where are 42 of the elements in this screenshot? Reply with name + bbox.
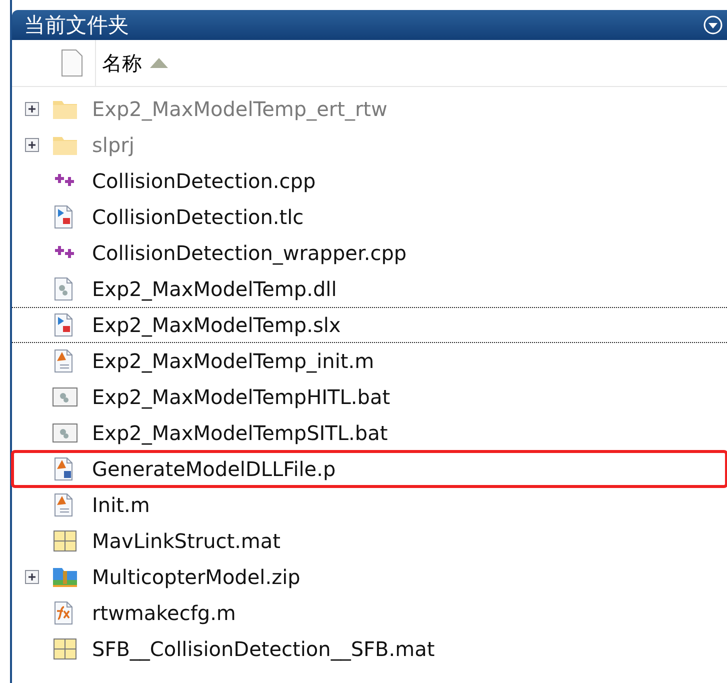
file-name: rtwmakecfg.m — [92, 601, 236, 625]
file-name: Exp2_MaxModelTemp.dll — [92, 277, 337, 301]
grid-file-icon — [52, 637, 78, 661]
file-row[interactable]: CollisionDetection.cpp — [12, 163, 727, 199]
file-row[interactable]: Exp2_MaxModelTemp.dll — [12, 271, 727, 307]
file-row[interactable]: Exp2_MaxModelTempHITL.bat — [12, 379, 727, 415]
file-name: GenerateModelDLLFile.p — [92, 457, 336, 481]
file-name: Exp2_MaxModelTempSITL.bat — [92, 421, 388, 445]
file-name: Exp2_MaxModelTempHITL.bat — [92, 385, 390, 409]
file-row[interactable]: slprj — [12, 127, 727, 163]
expand-icon[interactable] — [25, 138, 39, 152]
file-name: slprj — [92, 133, 134, 157]
file-row[interactable]: Exp2_MaxModelTempSITL.bat — [12, 415, 727, 451]
file-name: CollisionDetection.cpp — [92, 169, 316, 193]
file-row[interactable]: Exp2_MaxModelTemp.slx — [12, 307, 727, 343]
file-type-icon[interactable] — [61, 49, 83, 77]
file-row[interactable]: rtwmakecfg.m — [12, 595, 727, 631]
file-name: SFB__CollisionDetection__SFB.mat — [92, 637, 435, 661]
column-header[interactable]: 名称 — [96, 50, 168, 76]
file-name: Init.m — [92, 493, 150, 517]
file-row[interactable]: SFB__CollisionDetection__SFB.mat — [12, 631, 727, 667]
file-name: MavLinkStruct.mat — [92, 529, 281, 553]
expand-icon[interactable] — [25, 570, 39, 584]
file-name: Exp2_MaxModelTemp_init.m — [92, 349, 374, 373]
file-name: CollisionDetection_wrapper.cpp — [92, 241, 407, 265]
file-row[interactable]: GenerateModelDLLFile.p — [12, 451, 727, 487]
expand-icon[interactable] — [25, 102, 39, 116]
panel-title: 当前文件夹 — [24, 12, 129, 39]
zip-folder-icon — [52, 565, 78, 589]
file-row[interactable]: CollisionDetection.tlc — [12, 199, 727, 235]
dropdown-icon[interactable] — [703, 15, 723, 35]
file-row[interactable]: CollisionDetection_wrapper.cpp — [12, 235, 727, 271]
file-name: MulticopterModel.zip — [92, 565, 300, 589]
grid-file-icon — [52, 529, 78, 553]
file-name: Exp2_MaxModelTemp_ert_rtw — [92, 97, 388, 121]
file-name: CollisionDetection.tlc — [92, 205, 304, 229]
file-row[interactable]: Exp2_MaxModelTemp_init.m — [12, 343, 727, 379]
file-row[interactable]: Exp2_MaxModelTemp_ert_rtw — [12, 91, 727, 127]
file-row[interactable]: MavLinkStruct.mat — [12, 523, 727, 559]
file-name: Exp2_MaxModelTemp.slx — [92, 313, 341, 337]
file-row[interactable]: Init.m — [12, 487, 727, 523]
file-row[interactable]: MulticopterModel.zip — [12, 559, 727, 595]
